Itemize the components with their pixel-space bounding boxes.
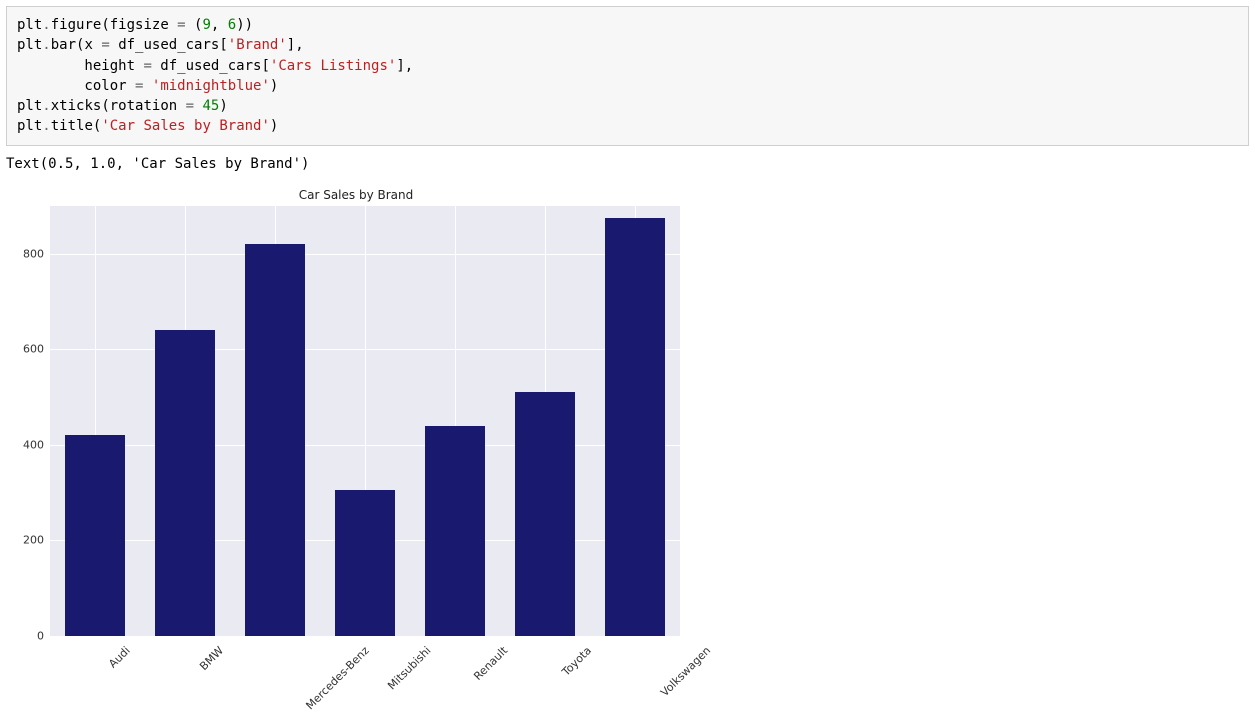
x-tick-label: Audi [106, 644, 133, 671]
plot-area [50, 206, 680, 636]
y-tick-label: 800 [23, 247, 44, 260]
x-tick-label: Mitsubishi [385, 644, 433, 692]
bar [245, 244, 304, 636]
bar [155, 330, 214, 636]
bar [335, 490, 394, 636]
chart: Car Sales by Brand 0 200 400 600 800 Audi BMW… [6, 188, 706, 706]
code-cell: plt.figure(figsize = (9, 6)) plt.bar(x =… [6, 6, 1249, 146]
y-tick-label: 600 [23, 343, 44, 356]
bar [515, 392, 574, 636]
bar [65, 435, 124, 636]
text-output: Text(0.5, 1.0, 'Car Sales by Brand') [6, 156, 1249, 172]
bar [605, 218, 664, 636]
x-tick-label: Renault [471, 644, 510, 683]
x-tick-label: BMW [197, 644, 226, 673]
chart-title: Car Sales by Brand [6, 188, 706, 202]
x-tick-label: Toyota [560, 644, 595, 679]
y-tick-label: 400 [23, 438, 44, 451]
y-tick-label: 0 [37, 629, 44, 642]
bar [425, 426, 484, 636]
x-axis: AudiBMWMercedes-BenzMitsubishiRenaultToy… [50, 636, 680, 706]
y-axis: 0200400600800 [6, 206, 50, 636]
y-tick-label: 200 [23, 534, 44, 547]
x-tick-label: Volkswagen [658, 644, 713, 699]
x-tick-label: Mercedes-Benz [303, 644, 371, 712]
